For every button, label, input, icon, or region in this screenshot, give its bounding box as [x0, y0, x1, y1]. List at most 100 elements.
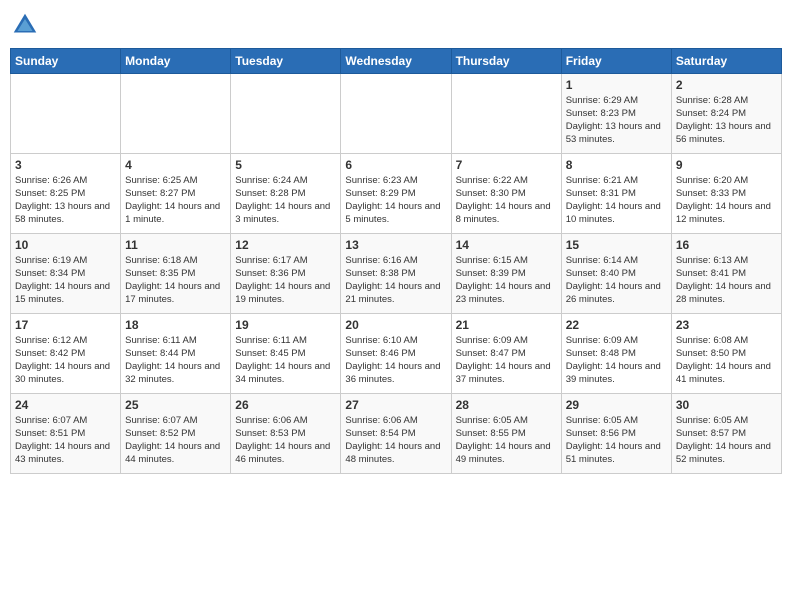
weekday-header-thursday: Thursday	[451, 49, 561, 74]
sunrise-info: Sunrise: 6:28 AM	[676, 95, 748, 106]
daylight-info: Daylight: 13 hours and 58 minutes.	[15, 201, 110, 225]
sunset-info: Sunset: 8:28 PM	[235, 188, 305, 199]
sunrise-info: Sunrise: 6:18 AM	[125, 255, 197, 266]
daylight-info: Daylight: 14 hours and 49 minutes.	[456, 441, 551, 465]
daylight-info: Daylight: 14 hours and 44 minutes.	[125, 441, 220, 465]
daylight-info: Daylight: 14 hours and 37 minutes.	[456, 361, 551, 385]
sunset-info: Sunset: 8:55 PM	[456, 428, 526, 439]
daylight-info: Daylight: 14 hours and 52 minutes.	[676, 441, 771, 465]
sunrise-info: Sunrise: 6:29 AM	[566, 95, 638, 106]
day-number: 23	[676, 317, 777, 333]
day-number: 6	[345, 157, 446, 173]
calendar-cell: 1Sunrise: 6:29 AMSunset: 8:23 PMDaylight…	[561, 74, 671, 154]
calendar-cell: 22Sunrise: 6:09 AMSunset: 8:48 PMDayligh…	[561, 314, 671, 394]
sunset-info: Sunset: 8:41 PM	[676, 268, 746, 279]
sunset-info: Sunset: 8:56 PM	[566, 428, 636, 439]
daylight-info: Daylight: 14 hours and 26 minutes.	[566, 281, 661, 305]
sunrise-info: Sunrise: 6:26 AM	[15, 175, 87, 186]
weekday-header-sunday: Sunday	[11, 49, 121, 74]
cell-content: 29Sunrise: 6:05 AMSunset: 8:56 PMDayligh…	[566, 397, 667, 466]
daylight-info: Daylight: 14 hours and 17 minutes.	[125, 281, 220, 305]
calendar-cell: 28Sunrise: 6:05 AMSunset: 8:55 PMDayligh…	[451, 394, 561, 474]
sunset-info: Sunset: 8:50 PM	[676, 348, 746, 359]
sunrise-info: Sunrise: 6:06 AM	[235, 415, 307, 426]
calendar-cell: 2Sunrise: 6:28 AMSunset: 8:24 PMDaylight…	[671, 74, 781, 154]
cell-content: 26Sunrise: 6:06 AMSunset: 8:53 PMDayligh…	[235, 397, 336, 466]
cell-content: 19Sunrise: 6:11 AMSunset: 8:45 PMDayligh…	[235, 317, 336, 386]
sunset-info: Sunset: 8:36 PM	[235, 268, 305, 279]
day-number: 20	[345, 317, 446, 333]
sunrise-info: Sunrise: 6:10 AM	[345, 335, 417, 346]
sunset-info: Sunset: 8:57 PM	[676, 428, 746, 439]
sunrise-info: Sunrise: 6:22 AM	[456, 175, 528, 186]
calendar-cell: 30Sunrise: 6:05 AMSunset: 8:57 PMDayligh…	[671, 394, 781, 474]
day-number: 27	[345, 397, 446, 413]
cell-content: 28Sunrise: 6:05 AMSunset: 8:55 PMDayligh…	[456, 397, 557, 466]
sunrise-info: Sunrise: 6:09 AM	[566, 335, 638, 346]
sunset-info: Sunset: 8:23 PM	[566, 108, 636, 119]
cell-content: 5Sunrise: 6:24 AMSunset: 8:28 PMDaylight…	[235, 157, 336, 226]
sunrise-info: Sunrise: 6:14 AM	[566, 255, 638, 266]
daylight-info: Daylight: 14 hours and 1 minute.	[125, 201, 220, 225]
calendar-cell: 17Sunrise: 6:12 AMSunset: 8:42 PMDayligh…	[11, 314, 121, 394]
calendar-cell: 8Sunrise: 6:21 AMSunset: 8:31 PMDaylight…	[561, 154, 671, 234]
day-number: 10	[15, 237, 116, 253]
weekday-header-friday: Friday	[561, 49, 671, 74]
daylight-info: Daylight: 14 hours and 39 minutes.	[566, 361, 661, 385]
daylight-info: Daylight: 14 hours and 5 minutes.	[345, 201, 440, 225]
calendar-cell: 20Sunrise: 6:10 AMSunset: 8:46 PMDayligh…	[341, 314, 451, 394]
sunset-info: Sunset: 8:38 PM	[345, 268, 415, 279]
daylight-info: Daylight: 14 hours and 23 minutes.	[456, 281, 551, 305]
day-number: 1	[566, 77, 667, 93]
weekday-header-row: SundayMondayTuesdayWednesdayThursdayFrid…	[11, 49, 782, 74]
calendar-cell: 13Sunrise: 6:16 AMSunset: 8:38 PMDayligh…	[341, 234, 451, 314]
daylight-info: Daylight: 14 hours and 3 minutes.	[235, 201, 330, 225]
cell-content: 24Sunrise: 6:07 AMSunset: 8:51 PMDayligh…	[15, 397, 116, 466]
sunset-info: Sunset: 8:25 PM	[15, 188, 85, 199]
cell-content: 11Sunrise: 6:18 AMSunset: 8:35 PMDayligh…	[125, 237, 226, 306]
daylight-info: Daylight: 14 hours and 32 minutes.	[125, 361, 220, 385]
calendar-cell	[341, 74, 451, 154]
calendar-cell: 15Sunrise: 6:14 AMSunset: 8:40 PMDayligh…	[561, 234, 671, 314]
cell-content: 23Sunrise: 6:08 AMSunset: 8:50 PMDayligh…	[676, 317, 777, 386]
calendar-row: 1Sunrise: 6:29 AMSunset: 8:23 PMDaylight…	[11, 74, 782, 154]
cell-content: 2Sunrise: 6:28 AMSunset: 8:24 PMDaylight…	[676, 77, 777, 146]
calendar-row: 3Sunrise: 6:26 AMSunset: 8:25 PMDaylight…	[11, 154, 782, 234]
sunset-info: Sunset: 8:52 PM	[125, 428, 195, 439]
cell-content: 6 Sunrise: 6:23 AM Sunset: 8:29 PM Daylight…	[345, 157, 446, 226]
daylight-info: Daylight: 14 hours and 30 minutes.	[15, 361, 110, 385]
sunset-info: Sunset: 8:42 PM	[15, 348, 85, 359]
calendar-cell: 11Sunrise: 6:18 AMSunset: 8:35 PMDayligh…	[121, 234, 231, 314]
daylight-info: Daylight: 14 hours and 10 minutes.	[566, 201, 661, 225]
sunrise-info: Sunrise: 6:19 AM	[15, 255, 87, 266]
calendar-cell: 23Sunrise: 6:08 AMSunset: 8:50 PMDayligh…	[671, 314, 781, 394]
sunset-info: Sunset: 8:30 PM	[456, 188, 526, 199]
day-number: 11	[125, 237, 226, 253]
day-number: 7	[456, 157, 557, 173]
day-number: 22	[566, 317, 667, 333]
header	[10, 10, 782, 40]
day-number: 9	[676, 157, 777, 173]
calendar-cell: 3Sunrise: 6:26 AMSunset: 8:25 PMDaylight…	[11, 154, 121, 234]
cell-content: 7 Sunrise: 6:22 AM Sunset: 8:30 PM Daylight…	[456, 157, 557, 226]
sunrise-info: Sunrise: 6:05 AM	[676, 415, 748, 426]
day-number: 13	[345, 237, 446, 253]
sunset-info: Sunset: 8:47 PM	[456, 348, 526, 359]
day-number: 16	[676, 237, 777, 253]
sunrise-info: Sunrise: 6:17 AM	[235, 255, 307, 266]
cell-content: 14Sunrise: 6:15 AMSunset: 8:39 PMDayligh…	[456, 237, 557, 306]
calendar-row: 17Sunrise: 6:12 AMSunset: 8:42 PMDayligh…	[11, 314, 782, 394]
sunrise-info: Sunrise: 6:08 AM	[676, 335, 748, 346]
day-number: 25	[125, 397, 226, 413]
sunrise-info: Sunrise: 6:25 AM	[125, 175, 197, 186]
sunset-info: Sunset: 8:29 PM	[345, 188, 415, 199]
sunrise-info: Sunrise: 6:23 AM	[345, 175, 417, 186]
logo	[10, 10, 44, 40]
daylight-info: Daylight: 14 hours and 51 minutes.	[566, 441, 661, 465]
calendar-cell: 10Sunrise: 6:19 AMSunset: 8:34 PMDayligh…	[11, 234, 121, 314]
sunrise-info: Sunrise: 6:16 AM	[345, 255, 417, 266]
day-number: 29	[566, 397, 667, 413]
sunrise-info: Sunrise: 6:13 AM	[676, 255, 748, 266]
daylight-info: Daylight: 14 hours and 8 minutes.	[456, 201, 551, 225]
calendar-row: 24Sunrise: 6:07 AMSunset: 8:51 PMDayligh…	[11, 394, 782, 474]
